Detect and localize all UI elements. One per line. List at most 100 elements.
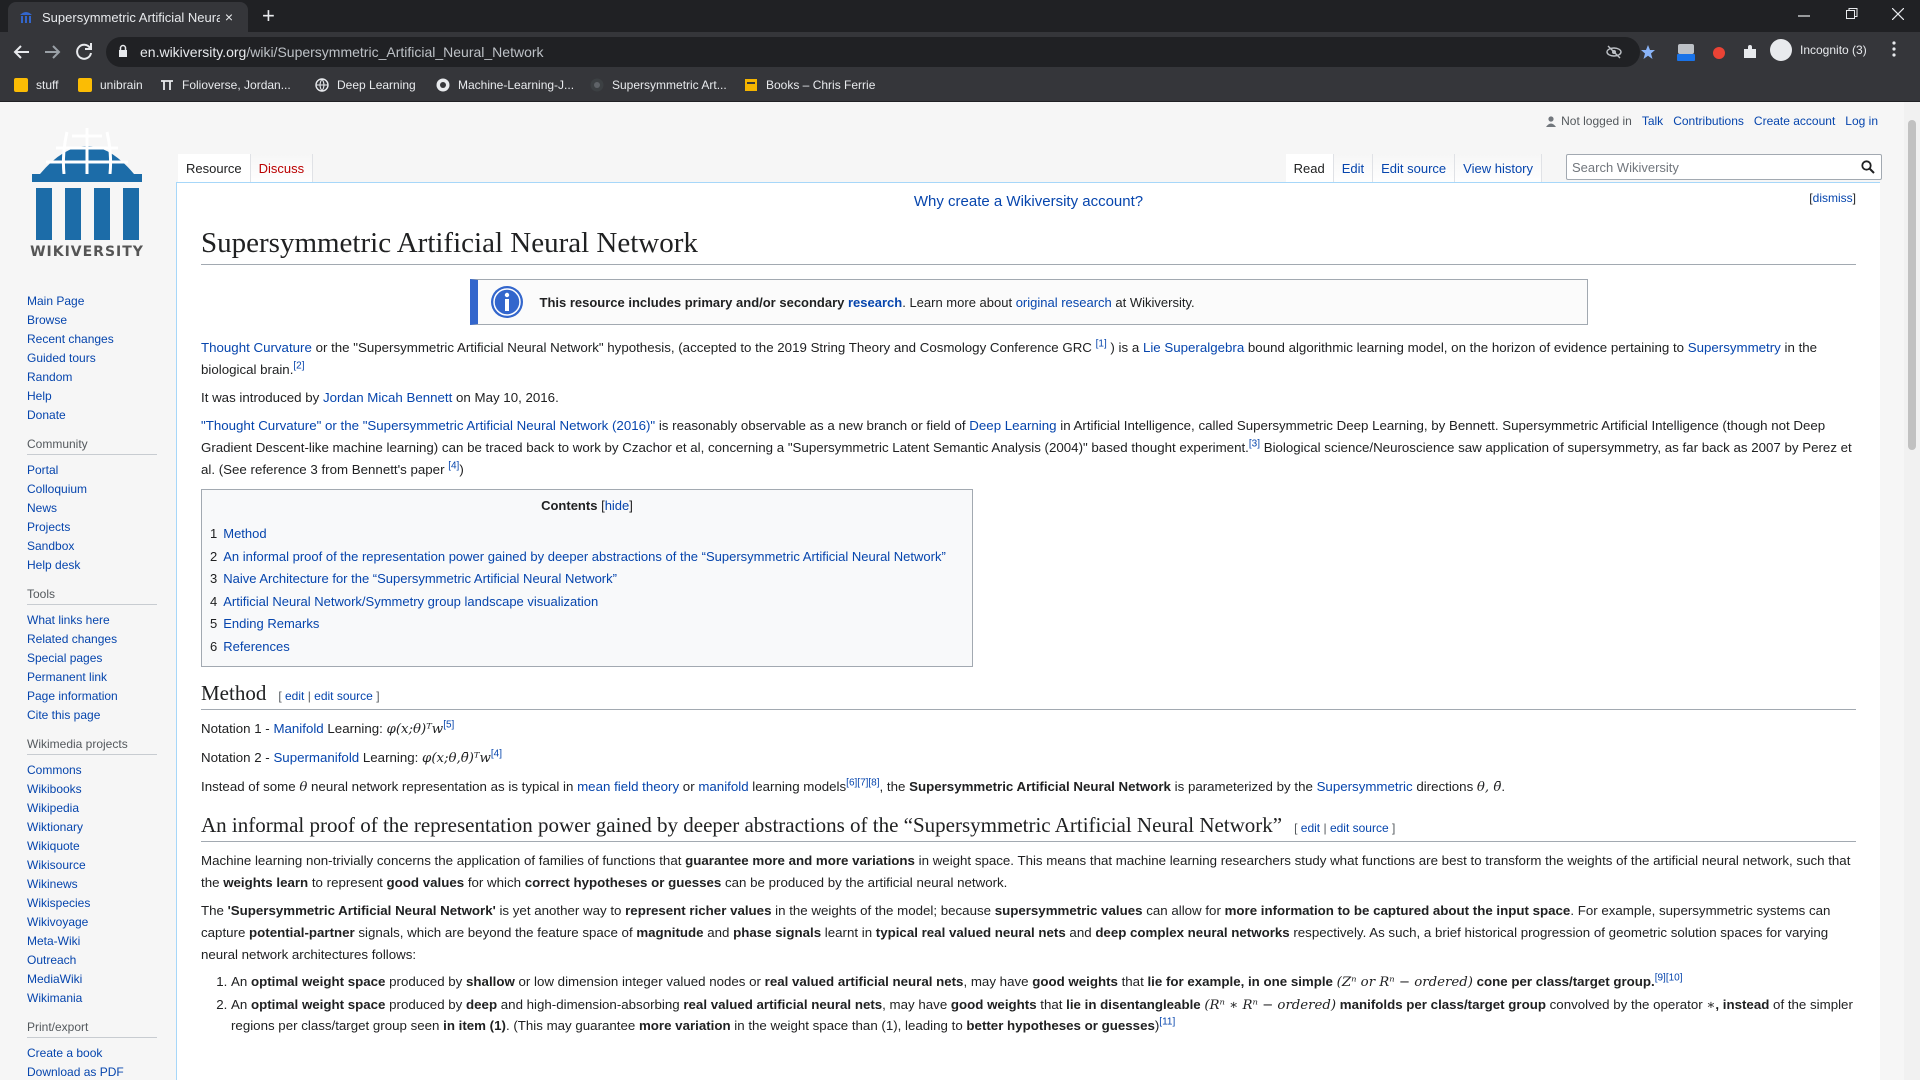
edit-source-section-link[interactable]: edit source [314, 689, 373, 703]
sidebar-item-recent-changes[interactable]: Recent changes [27, 332, 114, 346]
bookmark-folder-unibrain[interactable]: unibrain [78, 78, 143, 92]
bookmark-star-icon[interactable] [1640, 44, 1656, 60]
toc-item[interactable]: 6 References [210, 636, 964, 659]
edit-source-section-link[interactable]: edit source [1330, 821, 1389, 835]
toc-hide-link[interactable]: hide [605, 498, 630, 513]
sidebar-item-commons[interactable]: Commons [27, 763, 82, 777]
search-box[interactable] [1566, 154, 1882, 180]
tab-close-icon[interactable]: × [220, 9, 238, 25]
sidebar-item-help-desk[interactable]: Help desk [27, 558, 80, 572]
tab-view-history[interactable]: View history [1455, 154, 1542, 184]
sidebar-item-cite-this-page[interactable]: Cite this page [27, 708, 100, 722]
sidebar-item-sandbox[interactable]: Sandbox [27, 539, 74, 553]
toc-item[interactable]: 4 Artificial Neural Network/Symmetry grou… [210, 591, 964, 614]
search-icon[interactable] [1861, 160, 1875, 174]
sidebar-item-outreach[interactable]: Outreach [27, 953, 76, 967]
deep-learning-link[interactable]: Deep Learning [969, 418, 1056, 433]
extension-new-icon[interactable] [1676, 42, 1696, 62]
toc-item[interactable]: 5 Ending Remarks [210, 613, 964, 636]
sidebar-item-page-information[interactable]: Page information [27, 689, 118, 703]
sidebar-item-what-links-here[interactable]: What links here [27, 613, 110, 627]
reload-icon[interactable] [72, 40, 96, 64]
restore-icon[interactable] [1846, 8, 1858, 20]
thought-curvature-paper-link[interactable]: "Thought Curvature" or the "Supersymmetr… [201, 418, 655, 433]
edit-section-link[interactable]: edit [285, 689, 304, 703]
tab-edit[interactable]: Edit [1333, 154, 1374, 184]
why-create-account-link[interactable]: Why create a Wikiversity account? [201, 193, 1856, 210]
sidebar-item-random[interactable]: Random [27, 370, 72, 384]
toc-item[interactable]: 2 An informal proof of the representation… [210, 546, 964, 569]
ref-3[interactable]: [3] [1249, 439, 1260, 450]
tab-discuss[interactable]: Discuss [250, 154, 314, 184]
tab-resource[interactable]: Resource [178, 154, 251, 184]
manifold-link-2[interactable]: manifold [698, 779, 748, 794]
scrollbar-thumb[interactable] [1908, 120, 1916, 450]
mean-field-theory-link[interactable]: mean field theory [577, 779, 679, 794]
talk-link[interactable]: Talk [1642, 114, 1663, 128]
toc-item[interactable]: 1 Method [210, 523, 964, 546]
url-text[interactable]: en.wikiversity.org/wiki/Supersymmetric_A… [140, 37, 544, 67]
sidebar-item-wikisource[interactable]: Wikisource [27, 858, 86, 872]
sidebar-item-help[interactable]: Help [27, 389, 52, 403]
close-window-icon[interactable] [1892, 8, 1904, 20]
sidebar-item-wiktionary[interactable]: Wiktionary [27, 820, 83, 834]
bookmark-machine-learning[interactable]: Machine-Learning-J... [436, 78, 574, 92]
supermanifold-link[interactable]: Supermanifold [273, 750, 359, 765]
contributions-link[interactable]: Contributions [1673, 114, 1744, 128]
supersymmetry-link[interactable]: Supersymmetry [1688, 340, 1781, 355]
search-input[interactable] [1567, 155, 1847, 179]
sidebar-item-create-a-book[interactable]: Create a book [27, 1046, 102, 1060]
ref-11[interactable]: [11] [1159, 1017, 1175, 1028]
sidebar-item-meta-wiki[interactable]: Meta-Wiki [27, 934, 80, 948]
wikiversity-logo[interactable]: WIKIVERSITY [22, 124, 152, 260]
record-extension-icon[interactable] [1712, 46, 1726, 60]
address-bar[interactable]: en.wikiversity.org/wiki/Supersymmetric_A… [106, 37, 1640, 67]
toc-item[interactable]: 3 Naive Architecture for the “Supersymmet… [210, 568, 964, 591]
sidebar-item-news[interactable]: News [27, 501, 57, 515]
tab-read[interactable]: Read [1285, 154, 1334, 184]
sidebar-item-permanent-link[interactable]: Permanent link [27, 670, 107, 684]
extensions-puzzle-icon[interactable] [1742, 44, 1758, 60]
browser-tab[interactable]: Supersymmetric Artificial Neural × [8, 2, 248, 32]
ref-2[interactable]: [2] [293, 361, 304, 372]
incognito-profile-button[interactable]: Incognito (3) [1770, 39, 1867, 61]
original-research-link[interactable]: original research [1016, 295, 1112, 310]
page-scrollbar[interactable] [1904, 102, 1920, 1080]
tracking-blocked-eye-icon[interactable] [1606, 44, 1622, 60]
bookmark-books-chris-ferrie[interactable]: Books – Chris Ferrie [744, 78, 875, 92]
new-tab-button[interactable]: + [262, 4, 275, 28]
ref-4b[interactable]: [4] [491, 749, 502, 760]
edit-section-link[interactable]: edit [1301, 821, 1320, 835]
sidebar-item-wikispecies[interactable]: Wikispecies [27, 896, 90, 910]
sidebar-item-wikivoyage[interactable]: Wikivoyage [27, 915, 88, 929]
ref-1[interactable]: [1] [1096, 339, 1107, 350]
sidebar-item-mediawiki[interactable]: MediaWiki [27, 972, 82, 986]
ref-5[interactable]: [5] [443, 720, 454, 731]
lock-icon[interactable] [118, 44, 128, 58]
bookmark-deep-learning[interactable]: Deep Learning [315, 78, 416, 92]
sidebar-item-donate[interactable]: Donate [27, 408, 66, 422]
sidebar-item-colloquium[interactable]: Colloquium [27, 482, 87, 496]
dismiss-link[interactable]: dismiss [1813, 191, 1853, 205]
sidebar-item-wikipedia[interactable]: Wikipedia [27, 801, 79, 815]
bookmark-folioverse[interactable]: Folioverse, Jordan... [160, 78, 291, 92]
back-icon[interactable] [10, 40, 34, 64]
sidebar-item-related-changes[interactable]: Related changes [27, 632, 117, 646]
sidebar-item-portal[interactable]: Portal [27, 463, 58, 477]
tab-edit-source[interactable]: Edit source [1373, 154, 1456, 184]
supersymmetric-link[interactable]: Supersymmetric [1317, 779, 1413, 794]
sidebar-item-main-page[interactable]: Main Page [27, 294, 84, 308]
research-link[interactable]: research [848, 295, 902, 310]
sidebar-item-browse[interactable]: Browse [27, 313, 67, 327]
manifold-link[interactable]: Manifold [273, 721, 323, 736]
forward-icon[interactable] [40, 40, 64, 64]
sidebar-item-projects[interactable]: Projects [27, 520, 70, 534]
sidebar-item-wikiquote[interactable]: Wikiquote [27, 839, 80, 853]
thought-curvature-link[interactable]: Thought Curvature [201, 340, 312, 355]
refs-6-7-8[interactable]: [6][7][8] [846, 778, 879, 789]
refs-9-10[interactable]: [9][10] [1655, 973, 1683, 984]
sidebar-item-wikimania[interactable]: Wikimania [27, 991, 82, 1005]
create-account-link[interactable]: Create account [1754, 114, 1835, 128]
sidebar-item-download-pdf[interactable]: Download as PDF [27, 1065, 124, 1079]
sidebar-item-wikinews[interactable]: Wikinews [27, 877, 78, 891]
